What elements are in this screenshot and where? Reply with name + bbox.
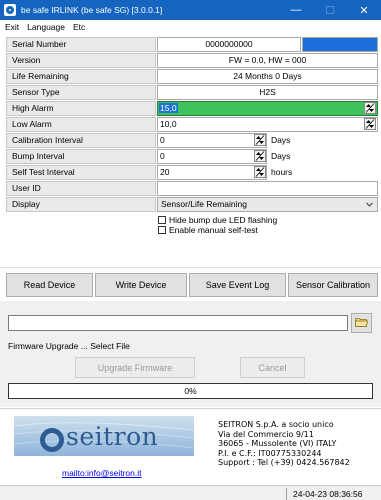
version-label: Version xyxy=(6,53,156,68)
options-group: Hide bump due LED flashing Enable manual… xyxy=(158,215,277,235)
high-alarm-input[interactable]: 15,0 xyxy=(157,101,378,116)
sensor-calibration-button[interactable]: Sensor Calibration xyxy=(288,273,378,297)
version-row: Version FW = 0.0, HW = 000 xyxy=(6,53,378,68)
self-test-interval-label: Self Test Interval xyxy=(6,165,156,180)
upgrade-firmware-button[interactable]: Upgrade Firmware xyxy=(75,357,195,378)
calibration-interval-label: Calibration Interval xyxy=(6,133,156,148)
serial-number-label: Serial Number xyxy=(6,37,156,52)
calibration-interval-unit: Days xyxy=(271,135,291,145)
write-device-button[interactable]: Write Device xyxy=(95,273,187,297)
user-id-label: User ID xyxy=(6,181,156,196)
low-alarm-spin-icon[interactable] xyxy=(364,118,376,130)
low-alarm-input[interactable]: 10,0 xyxy=(157,117,378,132)
life-remaining-field: 24 Months 0 Days xyxy=(157,69,378,84)
read-device-button[interactable]: Read Device xyxy=(6,273,93,297)
company-line: SEITRON S.p.A. a socio unico xyxy=(218,420,334,429)
display-row: Display Sensor/Life Remaining xyxy=(6,197,378,212)
display-select-value: Sensor/Life Remaining xyxy=(161,199,247,209)
browse-button[interactable] xyxy=(351,313,372,333)
user-id-row: User ID xyxy=(6,181,378,196)
menu-language[interactable]: Language xyxy=(24,22,68,32)
calibration-interval-row: Calibration Interval 0 Days xyxy=(6,133,378,148)
bump-interval-spin-icon[interactable] xyxy=(254,150,266,162)
menu-etc[interactable]: Etc xyxy=(70,22,88,32)
save-event-log-button[interactable]: Save Event Log xyxy=(189,273,286,297)
calibration-interval-spin-icon[interactable] xyxy=(254,134,266,146)
close-button[interactable]: ✕ xyxy=(347,0,381,20)
company-line: Support : Tel (+39) 0424.567842 xyxy=(218,458,350,467)
life-remaining-row: Life Remaining 24 Months 0 Days xyxy=(6,69,378,84)
user-id-input[interactable] xyxy=(157,181,378,196)
title-bar: be safe IRLINK (be safe SG) [3.0.0.1] — … xyxy=(0,0,381,20)
sensor-type-row: Sensor Type H2S xyxy=(6,85,378,100)
display-select[interactable]: Sensor/Life Remaining xyxy=(157,197,378,212)
firmware-status-label: Firmware Upgrade ... Select File xyxy=(8,341,130,351)
self-test-interval-spin-icon[interactable] xyxy=(254,166,266,178)
firmware-file-input[interactable] xyxy=(8,315,348,331)
self-test-interval-row: Self Test Interval 20 hours xyxy=(6,165,378,180)
company-line: 36065 - Mussolente (VI) ITALY xyxy=(218,439,337,448)
high-alarm-spin-icon[interactable] xyxy=(364,102,376,114)
high-alarm-row: High Alarm 15,0 xyxy=(6,101,378,116)
high-alarm-value: 15,0 xyxy=(159,103,178,113)
seitron-logo-text: seitron xyxy=(66,422,159,451)
low-alarm-label: Low Alarm xyxy=(6,117,156,132)
enable-self-test-box[interactable] xyxy=(158,226,166,234)
window-title: be safe IRLINK (be safe SG) [3.0.0.1] xyxy=(21,5,163,15)
low-alarm-row: Low Alarm 10,0 xyxy=(6,117,378,132)
sensor-type-field: H2S xyxy=(157,85,378,100)
hide-bump-label: Hide bump due LED flashing xyxy=(169,215,278,225)
window-controls: — ☐ ✕ xyxy=(279,0,381,20)
calibration-interval-input[interactable]: 0 xyxy=(157,133,267,148)
version-field: FW = 0.0, HW = 000 xyxy=(157,53,378,68)
status-bar: 24-04-23 08:36:56 xyxy=(0,485,381,500)
footer-divider xyxy=(0,408,381,409)
firmware-progress-text: 0% xyxy=(184,386,197,396)
minimize-button[interactable]: — xyxy=(279,0,313,20)
hide-bump-checkbox[interactable]: Hide bump due LED flashing xyxy=(158,215,277,225)
display-label: Display xyxy=(6,197,156,212)
high-alarm-label: High Alarm xyxy=(6,101,156,116)
seitron-logo: seitron xyxy=(14,416,194,456)
bump-interval-label: Bump Interval xyxy=(6,149,156,164)
divider xyxy=(0,267,381,268)
bump-interval-unit: Days xyxy=(271,151,291,161)
cancel-button[interactable]: Cancel xyxy=(240,357,305,378)
hide-bump-box[interactable] xyxy=(158,216,166,224)
company-line: Via del Commercio 9/11 xyxy=(218,429,314,439)
mailto-link[interactable]: mailto:info@seitron.it xyxy=(62,468,142,478)
serial-status-indicator xyxy=(302,37,378,52)
enable-self-test-label: Enable manual self-test xyxy=(169,225,258,235)
enable-self-test-checkbox[interactable]: Enable manual self-test xyxy=(158,225,277,235)
maximize-button[interactable]: ☐ xyxy=(313,0,347,20)
serial-number-field: 0000000000 xyxy=(157,37,301,52)
self-test-interval-input[interactable]: 20 xyxy=(157,165,267,180)
serial-number-row: Serial Number 0000000000 xyxy=(6,37,378,52)
bump-interval-input[interactable]: 0 xyxy=(157,149,267,164)
menu-bar: Exit Language Etc xyxy=(0,20,381,34)
company-line: P.I. e C.F.: IT00775330244 xyxy=(218,448,322,458)
bump-interval-row: Bump Interval 0 Days xyxy=(6,149,378,164)
seitron-logo-mark-icon xyxy=(40,428,64,452)
firmware-progress-bar: 0% xyxy=(8,383,373,399)
sensor-type-label: Sensor Type xyxy=(6,85,156,100)
company-info: SEITRON S.p.A. a socio unico Via del Com… xyxy=(218,420,350,468)
action-buttons: Read Device Write Device Save Event Log … xyxy=(0,273,381,299)
menu-exit[interactable]: Exit xyxy=(2,22,22,32)
status-datetime: 24-04-23 08:36:56 xyxy=(286,488,380,500)
firmware-panel: Firmware Upgrade ... Select File Upgrade… xyxy=(0,301,381,407)
folder-icon xyxy=(355,317,368,329)
self-test-interval-unit: hours xyxy=(271,167,293,177)
chevron-down-icon xyxy=(366,198,373,215)
app-icon xyxy=(4,4,16,16)
life-remaining-label: Life Remaining xyxy=(6,69,156,84)
footer: seitron mailto:info@seitron.it SEITRON S… xyxy=(0,410,381,484)
